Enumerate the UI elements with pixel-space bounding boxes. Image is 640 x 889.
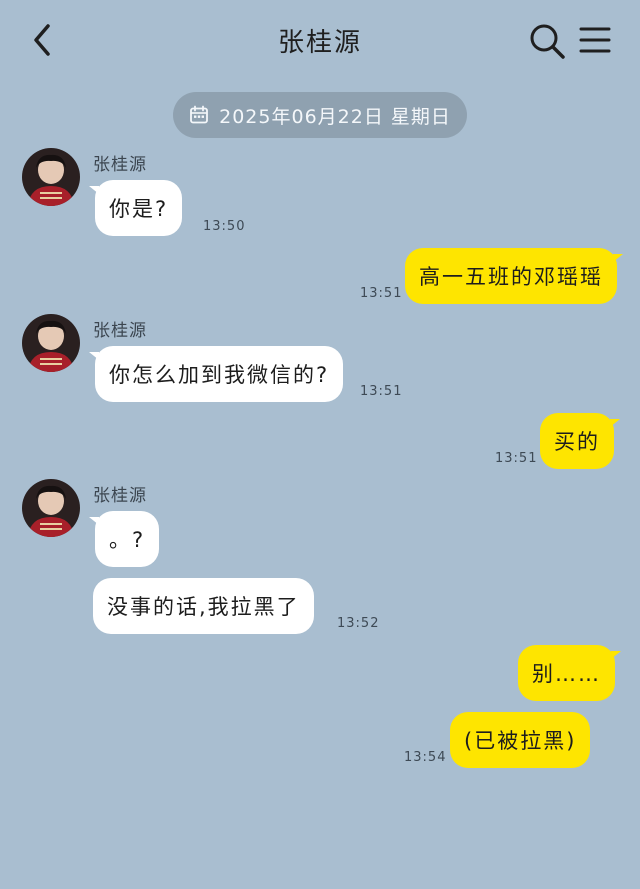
avatar-image xyxy=(22,479,80,537)
message-bubble-outgoing[interactable]: 高一五班的邓瑶瑶 xyxy=(405,248,623,304)
avatar-image xyxy=(22,314,80,372)
message-bubble-incoming[interactable]: 。? xyxy=(88,511,160,567)
message-bubble-outgoing[interactable]: 别…… xyxy=(518,645,621,701)
message-text: (已被拉黑) xyxy=(464,729,577,753)
date-divider: 2025年06月22日 星期日 xyxy=(173,92,467,138)
sender-name: 张桂源 xyxy=(93,155,147,175)
message-text: 别…… xyxy=(532,662,601,686)
message-bubble-incoming[interactable]: 没事的话,我拉黑了 xyxy=(93,578,314,634)
message-text: 你怎么加到我微信的? xyxy=(109,363,330,387)
message-time: 13:51 xyxy=(495,451,538,466)
chat-header: 张桂源 xyxy=(0,0,640,80)
search-button[interactable] xyxy=(528,22,566,60)
date-text: 2025年06月22日 星期日 xyxy=(219,105,451,128)
sender-name: 张桂源 xyxy=(93,486,147,506)
message-bubble-outgoing[interactable]: (已被拉黑) xyxy=(450,712,591,768)
calendar-icon xyxy=(190,105,209,124)
message-time: 13:52 xyxy=(337,616,380,631)
message-bubble-outgoing[interactable]: 买的 xyxy=(540,413,620,469)
message-text: 买的 xyxy=(554,430,600,454)
message-time: 13:51 xyxy=(360,384,403,399)
sender-name: 张桂源 xyxy=(93,321,147,341)
avatar-image xyxy=(22,148,80,206)
message-time: 13:54 xyxy=(404,750,447,765)
message-text: 。? xyxy=(109,528,146,552)
search-icon xyxy=(530,24,565,59)
message-bubble-incoming[interactable]: 你怎么加到我微信的? xyxy=(88,346,344,402)
avatar[interactable] xyxy=(22,314,80,372)
avatar[interactable] xyxy=(22,479,80,537)
message-text: 你是? xyxy=(109,197,169,221)
message-text: 高一五班的邓瑶瑶 xyxy=(419,265,603,289)
message-time: 13:50 xyxy=(203,219,246,234)
message-time: 13:51 xyxy=(360,286,403,301)
menu-icon xyxy=(579,27,611,53)
menu-button[interactable] xyxy=(578,24,612,56)
message-text: 没事的话,我拉黑了 xyxy=(107,595,300,619)
message-bubble-incoming[interactable]: 你是? xyxy=(88,180,183,236)
avatar[interactable] xyxy=(22,148,80,206)
